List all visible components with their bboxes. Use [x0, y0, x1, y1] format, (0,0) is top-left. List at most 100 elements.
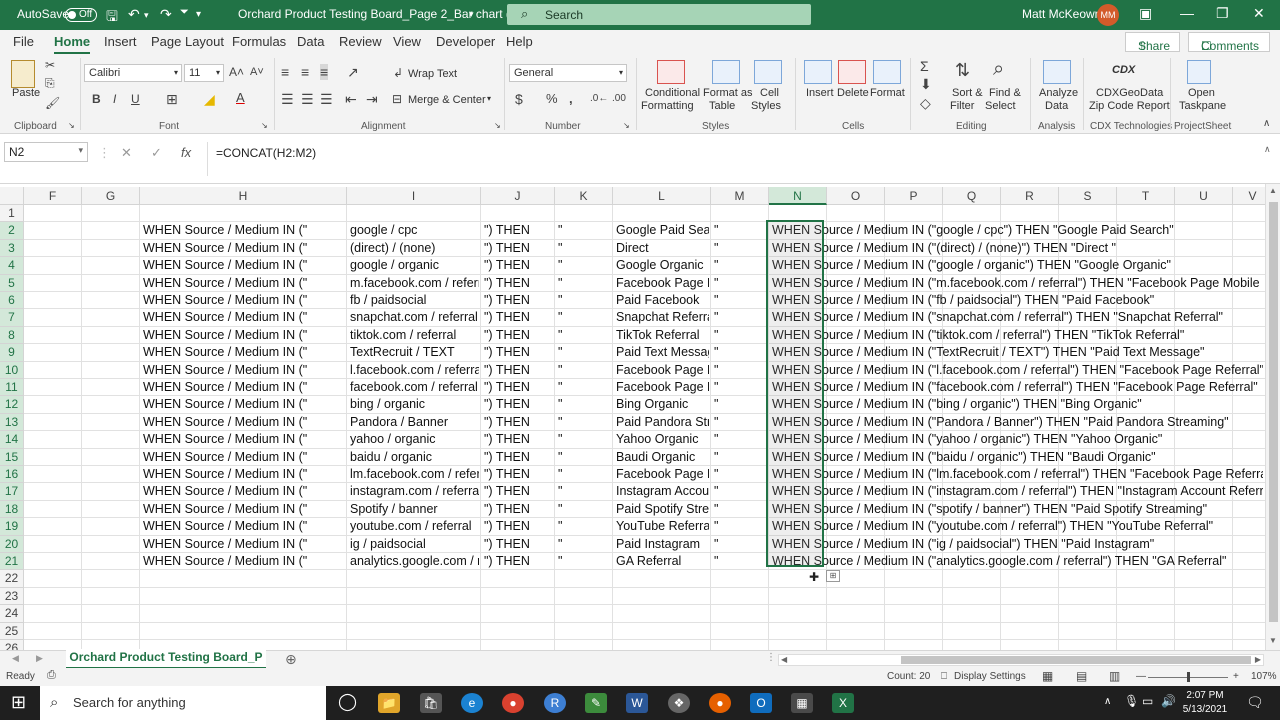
redo-icon[interactable]: ↷	[160, 6, 172, 23]
microphone-icon[interactable]: 🎙	[1124, 694, 1139, 708]
cell-j19[interactable]: ") THEN	[484, 518, 553, 535]
drag-handle-icon[interactable]: ⋮	[98, 145, 111, 161]
column-header-i[interactable]: I	[347, 187, 481, 205]
align-center-icon[interactable]: ☰	[301, 91, 314, 108]
cell-n21[interactable]: WHEN Source / Medium IN ("analytics.goog…	[772, 553, 1263, 570]
format-as-table-label-1[interactable]: Format as	[703, 87, 753, 99]
row-header-1[interactable]: 1	[0, 205, 24, 223]
cell-m2[interactable]: "	[714, 222, 767, 239]
cell-k11[interactable]: "	[558, 379, 611, 396]
zoom-in-icon[interactable]: +	[1233, 671, 1239, 682]
format-as-table-icon[interactable]	[712, 60, 740, 84]
cell-l18[interactable]: Paid Spotify Streaming	[616, 501, 709, 518]
cell-k8[interactable]: "	[558, 327, 611, 344]
paste-label[interactable]: Paste	[12, 87, 40, 99]
cell-n18[interactable]: WHEN Source / Medium IN ("spotify / bann…	[772, 501, 1263, 518]
cell-j3[interactable]: ") THEN	[484, 240, 553, 257]
cell-n3[interactable]: WHEN Source / Medium IN ("(direct) / (no…	[772, 240, 1263, 257]
bold-icon[interactable]: B	[92, 92, 101, 106]
cell-l19[interactable]: YouTube Referral	[616, 518, 709, 535]
tab-formulas[interactable]: Formulas	[232, 34, 286, 49]
cell-h3[interactable]: WHEN Source / Medium IN ("	[143, 240, 345, 257]
cell-m5[interactable]: "	[714, 275, 767, 292]
cell-i7[interactable]: snapchat.com / referral	[350, 309, 479, 326]
cell-n20[interactable]: WHEN Source / Medium IN ("ig / paidsocia…	[772, 536, 1263, 553]
align-top-icon[interactable]: ≡	[281, 64, 289, 80]
zoom-slider-thumb[interactable]	[1187, 672, 1190, 682]
cell-i13[interactable]: Pandora / Banner	[350, 414, 479, 431]
sort-filter-label-2[interactable]: Filter	[950, 100, 974, 112]
accessibility-icon[interactable]: ⎙	[47, 669, 56, 682]
cell-i17[interactable]: instagram.com / referral	[350, 483, 479, 500]
column-header-s[interactable]: S	[1059, 187, 1117, 205]
find-select-label-1[interactable]: Find &	[989, 87, 1021, 99]
increase-decimal-icon[interactable]: .0←	[590, 93, 608, 104]
row-header-5[interactable]: 5	[0, 274, 24, 292]
outlook-icon[interactable]: O	[750, 693, 772, 713]
column-header-u[interactable]: U	[1175, 187, 1233, 205]
cell-l5[interactable]: Facebook Page Mobile Referral	[616, 275, 709, 292]
borders-icon[interactable]: ⊞	[166, 91, 178, 108]
font-size-select[interactable]: 11 ▾	[184, 64, 224, 82]
cell-m7[interactable]: "	[714, 309, 767, 326]
font-launcher-icon[interactable]: ↘	[261, 121, 268, 130]
volume-icon[interactable]: 🔊	[1161, 694, 1176, 708]
cell-l12[interactable]: Bing Organic	[616, 396, 709, 413]
cell-h5[interactable]: WHEN Source / Medium IN ("	[143, 275, 345, 292]
cell-j16[interactable]: ") THEN	[484, 466, 553, 483]
scroll-up-icon[interactable]: ▲	[1269, 186, 1277, 195]
cdx-logo[interactable]: CDX	[1112, 64, 1135, 76]
ribbon-display-icon[interactable]: ▣	[1139, 5, 1152, 22]
cell-k3[interactable]: "	[558, 240, 611, 257]
cell-m17[interactable]: "	[714, 483, 767, 500]
cell-i5[interactable]: m.facebook.com / referral	[350, 275, 479, 292]
orientation-icon[interactable]: ↗	[347, 64, 359, 81]
cell-k9[interactable]: "	[558, 344, 611, 361]
user-name[interactable]: Matt McKeown	[1022, 7, 1101, 21]
vertical-scrollbar[interactable]: ▲ ▼	[1265, 184, 1280, 650]
cell-i8[interactable]: tiktok.com / referral	[350, 327, 479, 344]
scroll-right-icon[interactable]: ▶	[1255, 655, 1261, 664]
cell-j21[interactable]: ") THEN	[484, 553, 553, 570]
more-commands-icon[interactable]: ⏷	[180, 6, 189, 19]
cell-h20[interactable]: WHEN Source / Medium IN ("	[143, 536, 345, 553]
autosave-toggle[interactable]: Off	[65, 8, 97, 22]
cell-i10[interactable]: l.facebook.com / referral	[350, 362, 479, 379]
cell-k12[interactable]: "	[558, 396, 611, 413]
cell-n17[interactable]: WHEN Source / Medium IN ("instagram.com …	[772, 483, 1263, 500]
tab-data[interactable]: Data	[297, 34, 324, 49]
chevron-down-icon[interactable]: ▾	[487, 94, 491, 103]
italic-icon[interactable]: I	[113, 92, 116, 106]
column-header-g[interactable]: G	[82, 187, 140, 205]
cancel-icon[interactable]: ✕	[121, 145, 132, 161]
cdx-geodata-label-2[interactable]: Zip Code Report	[1089, 100, 1170, 112]
wrap-text-icon[interactable]: ↲	[393, 66, 403, 80]
store-icon[interactable]: 🛍	[420, 693, 442, 713]
insert-cells-icon[interactable]	[804, 60, 832, 84]
scroll-down-icon[interactable]: ▼	[1269, 636, 1277, 645]
cell-n8[interactable]: WHEN Source / Medium IN ("tiktok.com / r…	[772, 327, 1263, 344]
cell-h8[interactable]: WHEN Source / Medium IN ("	[143, 327, 345, 344]
tray-expand-icon[interactable]: ∧	[1104, 696, 1111, 707]
cell-l6[interactable]: Paid Facebook	[616, 292, 709, 309]
cell-n2[interactable]: WHEN Source / Medium IN ("google / cpc")…	[772, 222, 1263, 239]
cell-i9[interactable]: TextRecruit / TEXT	[350, 344, 479, 361]
cell-i16[interactable]: lm.facebook.com / referral	[350, 466, 479, 483]
undo-icon[interactable]: ↶	[128, 6, 140, 23]
row-header-16[interactable]: 16	[0, 466, 24, 484]
row-header-9[interactable]: 9	[0, 344, 24, 362]
taskbar-search[interactable]: ⌕ Search for anything	[40, 686, 326, 720]
zoom-level[interactable]: 107%	[1251, 671, 1277, 682]
number-format-select[interactable]: General ▾	[509, 64, 627, 82]
tab-home[interactable]: Home	[54, 34, 91, 54]
cell-n5[interactable]: WHEN Source / Medium IN ("m.facebook.com…	[772, 275, 1263, 292]
cell-m3[interactable]: "	[714, 240, 767, 257]
merge-icon[interactable]: ⊟	[392, 92, 402, 106]
tab-developer[interactable]: Developer	[436, 34, 495, 49]
row-header-15[interactable]: 15	[0, 448, 24, 466]
cell-j11[interactable]: ") THEN	[484, 379, 553, 396]
cell-h2[interactable]: WHEN Source / Medium IN ("	[143, 222, 345, 239]
zoom-out-icon[interactable]: —	[1136, 671, 1146, 682]
cell-k13[interactable]: "	[558, 414, 611, 431]
slack-icon[interactable]: ❖	[668, 693, 690, 713]
